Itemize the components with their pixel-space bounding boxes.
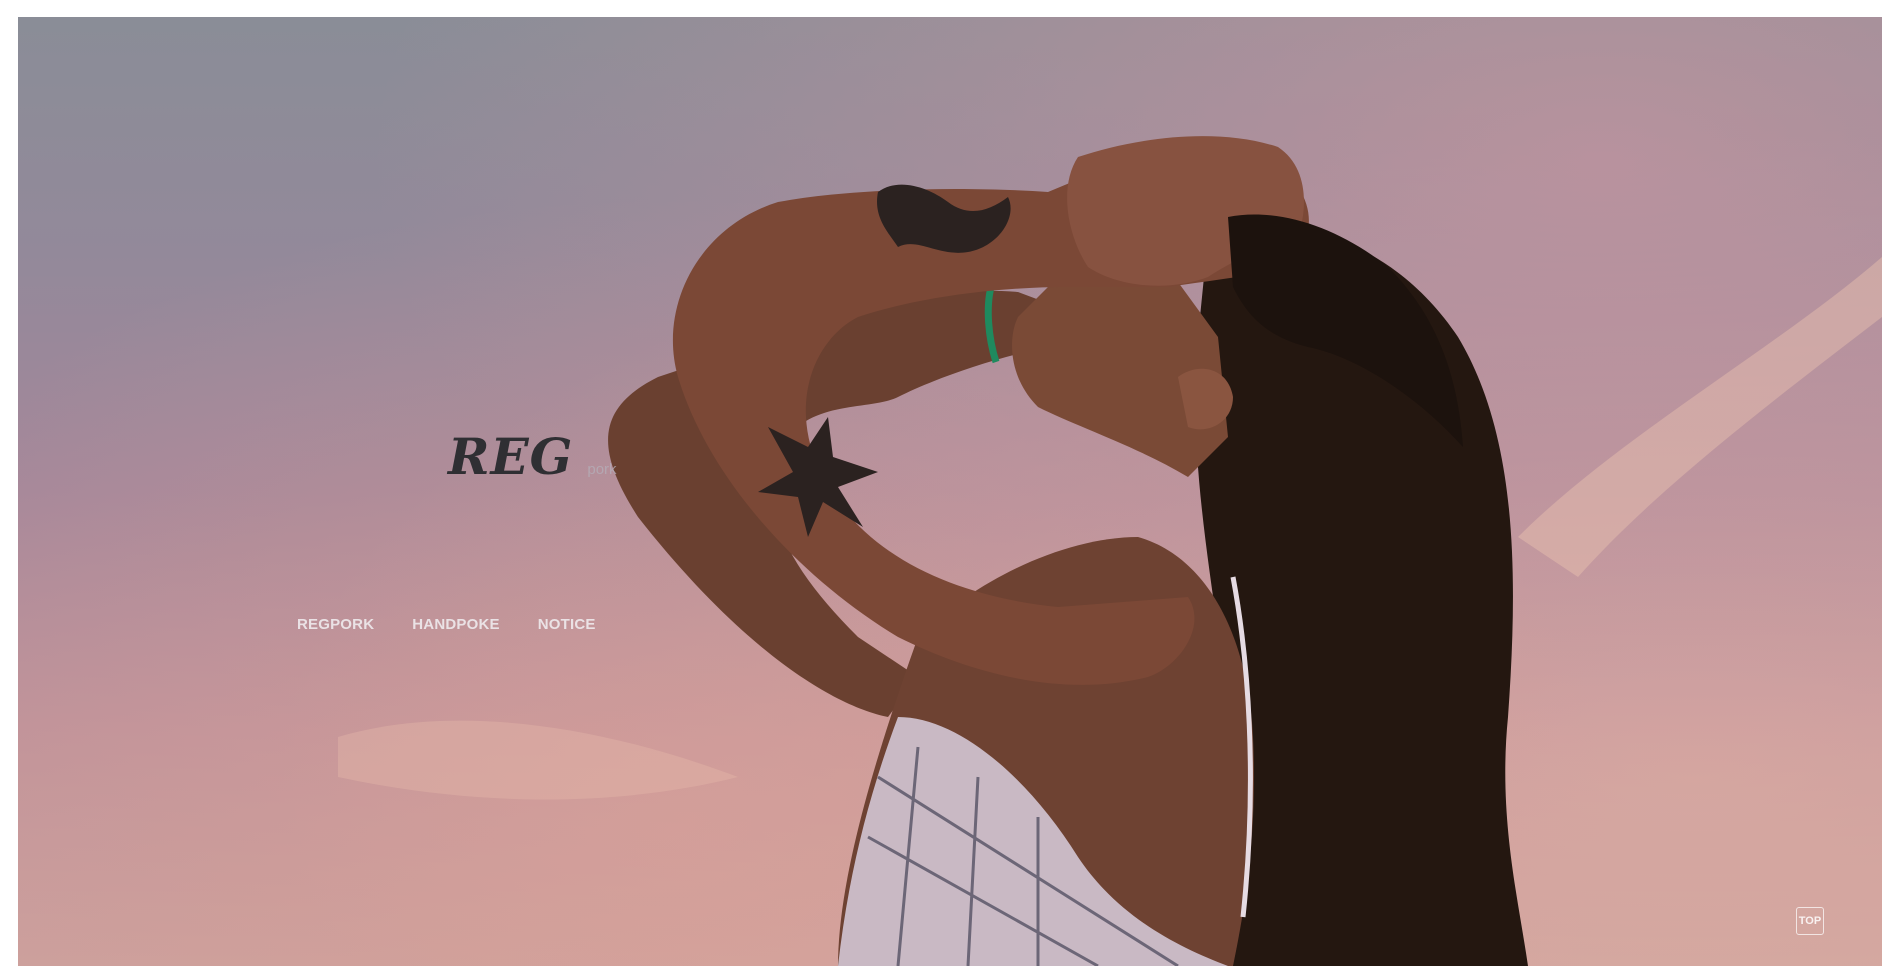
logo-main-text: REG [448, 427, 574, 486]
logo-sub-text: pork [587, 461, 617, 478]
hero-photo [338, 136, 1882, 966]
cloud-wisp [338, 720, 738, 800]
nav-link-notice[interactable]: NOTICE [538, 616, 596, 633]
scroll-top-button[interactable]: TOP [1796, 907, 1824, 935]
main-nav: REGPORK HANDPOKE NOTICE [297, 616, 596, 633]
cloud-wisp [1518, 257, 1882, 577]
hero-banner: REG pork REGPORK HANDPOKE NOTICE TOP [18, 17, 1882, 966]
page: REG pork REGPORK HANDPOKE NOTICE TOP [0, 0, 1900, 966]
nav-link-handpoke[interactable]: HANDPOKE [412, 616, 499, 633]
nav-link-regpork[interactable]: REGPORK [297, 616, 374, 633]
site-logo[interactable]: REG pork [448, 427, 617, 486]
